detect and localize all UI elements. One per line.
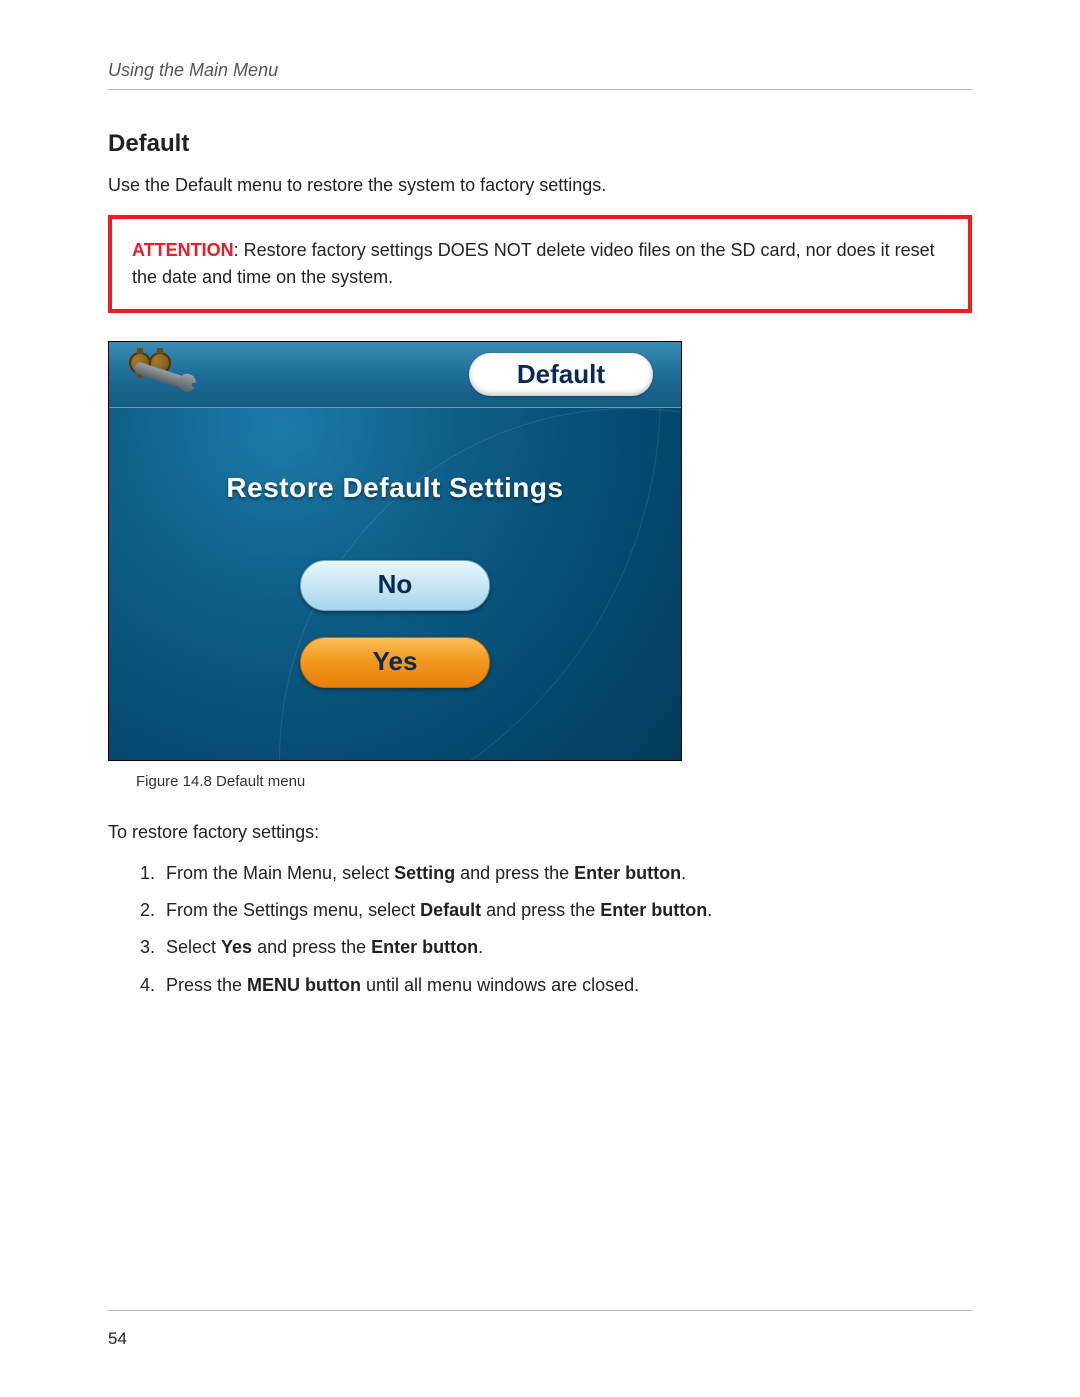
attention-text: : Restore factory settings DOES NOT dele… [132, 240, 935, 287]
no-button[interactable]: No [300, 560, 490, 611]
attention-callout: ATTENTION: Restore factory settings DOES… [108, 215, 972, 313]
restore-prompt: Restore Default Settings [109, 472, 681, 504]
steps-list: From the Main Menu, select Setting and p… [108, 861, 972, 998]
step-item: From the Settings menu, select Default a… [160, 898, 972, 923]
step-item: Press the MENU button until all menu win… [160, 973, 972, 998]
running-header: Using the Main Menu [108, 60, 972, 81]
step-item: From the Main Menu, select Setting and p… [160, 861, 972, 886]
yes-button[interactable]: Yes [300, 637, 490, 688]
screen-title: Default [517, 359, 605, 389]
section-intro: Use the Default menu to restore the syst… [108, 172, 972, 199]
default-menu-screenshot: Default Restore Default Settings No Yes [108, 341, 682, 761]
step-item: Select Yes and press the Enter button. [160, 935, 972, 960]
figure-caption: Figure 14.8 Default menu [136, 773, 972, 790]
section-title: Default [108, 130, 972, 158]
screenshot-titlebar: Default [109, 342, 681, 408]
steps-lead-in: To restore factory settings: [108, 822, 972, 843]
attention-label: ATTENTION [132, 240, 234, 260]
divider-top [108, 89, 972, 90]
screen-title-pill: Default [469, 353, 653, 396]
page-number: 54 [108, 1329, 972, 1349]
settings-icon [127, 352, 197, 398]
divider-bottom [108, 1310, 972, 1311]
